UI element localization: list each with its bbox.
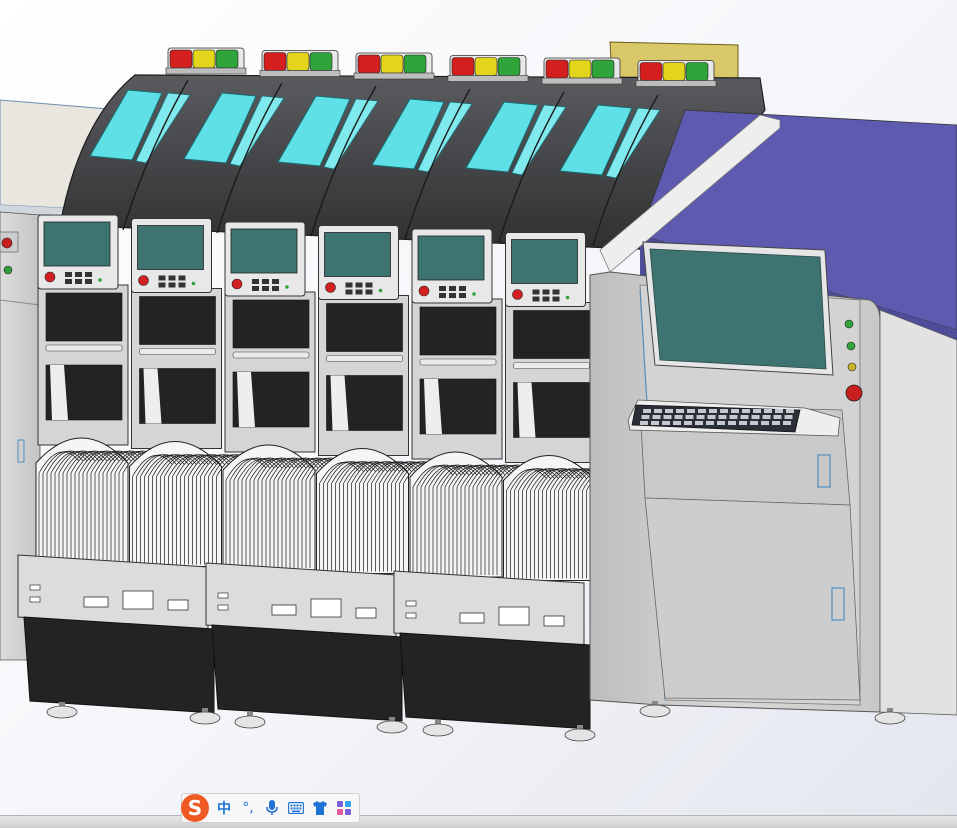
- leveling-foot-1: [46, 702, 78, 719]
- feeder-base-2: [205, 562, 403, 722]
- microphone-icon[interactable]: [263, 798, 281, 818]
- hmi-estop-icon-2: [138, 275, 149, 286]
- punctuation-toggle[interactable]: °,: [239, 798, 257, 818]
- feeder-base-3: [393, 570, 591, 730]
- leveling-foot-5: [422, 720, 454, 737]
- signal-tower-1: [165, 47, 247, 75]
- signal-tower-5: [541, 57, 623, 85]
- cad-viewport[interactable]: [0, 0, 957, 815]
- ctrl-estop-icon: [845, 384, 863, 402]
- signal-tower-6: [635, 60, 717, 87]
- windows-taskbar: [0, 815, 957, 828]
- main-monitor-screen: [649, 248, 827, 370]
- hmi-estop-icon-5: [418, 285, 430, 297]
- signal-tower-2: [259, 50, 341, 77]
- feeder-base-1: [17, 554, 215, 714]
- skin-shirt-icon[interactable]: [311, 798, 329, 818]
- signal-tower-4: [447, 55, 529, 82]
- ime-mode-toggle[interactable]: 中: [215, 798, 233, 818]
- hmi-estop-icon-1: [44, 271, 56, 283]
- ctrl-green-lamp-2-icon: [846, 341, 856, 351]
- ctrl-green-lamp-icon: [844, 319, 854, 329]
- left-indicator-icon: [3, 265, 13, 275]
- ctrl-yellow-lamp-icon: [847, 362, 857, 372]
- keyboard-icon[interactable]: [287, 798, 305, 818]
- sogou-logo-icon[interactable]: S: [181, 794, 209, 822]
- pick-and-place-line-model: [0, 41, 957, 742]
- hmi-estop-icon-6: [512, 289, 523, 300]
- hmi-estop-icon-3: [231, 278, 243, 290]
- left-estop-icon: [1, 237, 13, 249]
- leveling-foot-3: [234, 712, 266, 729]
- hmi-estop-icon-4: [325, 282, 336, 293]
- placement-module-row: [35, 214, 631, 581]
- feeder-base-row: [17, 554, 591, 730]
- toolbox-grid-icon[interactable]: [335, 798, 353, 818]
- ime-toolbar[interactable]: S 中 °,: [181, 793, 360, 823]
- signal-tower-3: [353, 52, 435, 80]
